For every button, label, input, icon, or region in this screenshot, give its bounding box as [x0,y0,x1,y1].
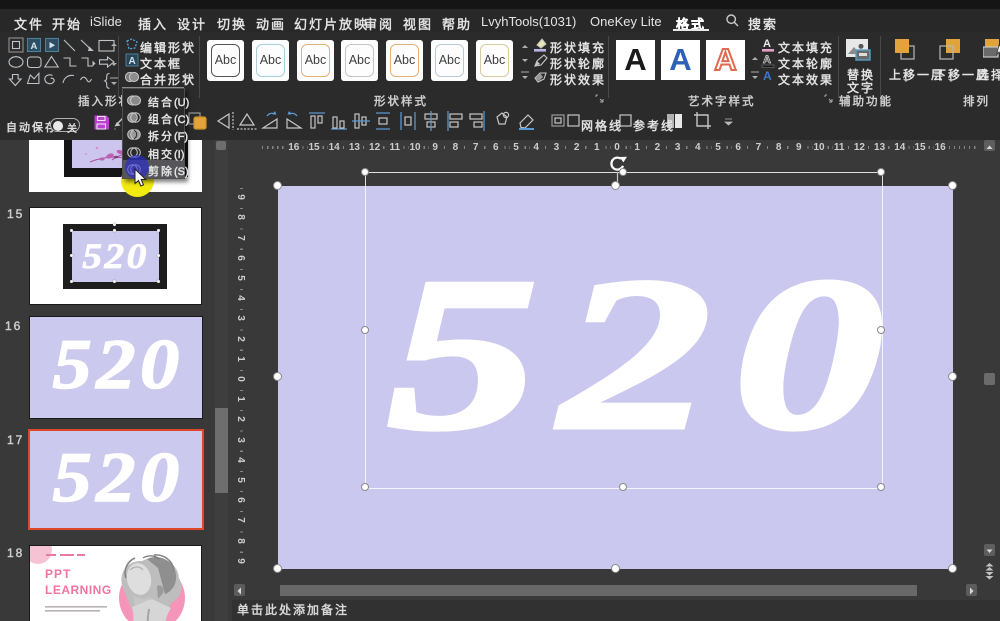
svg-text:A: A [31,41,38,52]
svg-text:PPT: PPT [45,567,71,581]
svg-text:A: A [763,38,771,50]
svg-text:A: A [763,69,772,83]
svg-text:LEARNING: LEARNING [45,583,112,597]
svg-text:A: A [763,54,771,66]
svg-text:A: A [129,56,136,67]
